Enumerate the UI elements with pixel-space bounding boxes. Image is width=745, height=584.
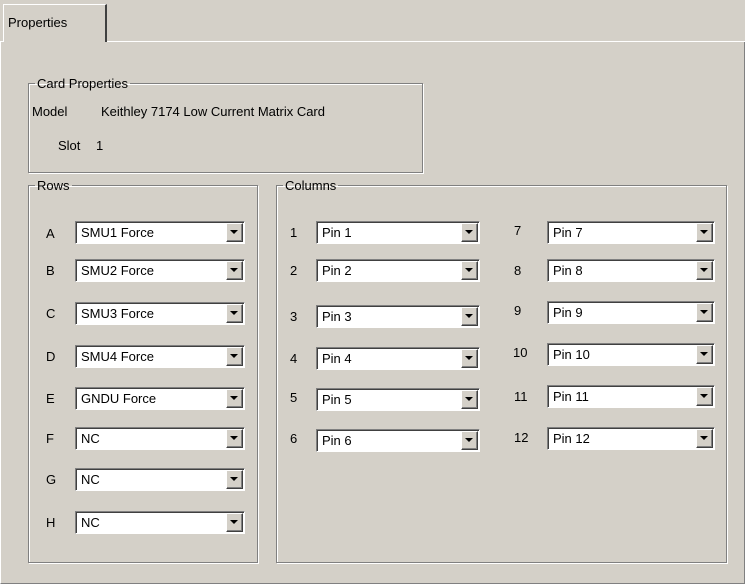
column-12-value: Pin 12 <box>553 431 590 446</box>
chevron-down-icon[interactable] <box>696 223 713 242</box>
row-label-f: F <box>46 431 54 446</box>
column-label-1: 1 <box>290 225 298 240</box>
row-g-select[interactable]: NC <box>75 468 245 491</box>
column-1-value: Pin 1 <box>322 225 352 240</box>
column-label-8: 8 <box>514 263 522 278</box>
chevron-down-icon[interactable] <box>226 513 243 532</box>
row-label-c: C <box>46 306 56 321</box>
row-label-h: H <box>46 515 56 530</box>
row-label-a: A <box>46 226 55 241</box>
chevron-down-icon[interactable] <box>461 307 478 326</box>
row-label-d: D <box>46 349 56 364</box>
column-1-select[interactable]: Pin 1 <box>316 221 480 244</box>
chevron-down-icon[interactable] <box>696 303 713 322</box>
column-7-select[interactable]: Pin 7 <box>547 221 715 244</box>
chevron-down-icon[interactable] <box>226 347 243 366</box>
column-label-7: 7 <box>514 223 522 238</box>
chevron-down-icon[interactable] <box>226 470 243 489</box>
model-label: Model <box>32 104 68 119</box>
row-label-g: G <box>46 472 57 487</box>
tab-properties[interactable]: Properties <box>3 4 107 42</box>
column-4-select[interactable]: Pin 4 <box>316 347 480 370</box>
column-label-4: 4 <box>290 351 298 366</box>
column-5-select[interactable]: Pin 5 <box>316 388 480 411</box>
column-label-9: 9 <box>514 303 522 318</box>
row-a-value: SMU1 Force <box>81 225 154 240</box>
row-b-select[interactable]: SMU2 Force <box>75 259 245 282</box>
chevron-down-icon[interactable] <box>461 390 478 409</box>
row-c-select[interactable]: SMU3 Force <box>75 302 245 325</box>
column-9-value: Pin 9 <box>553 305 583 320</box>
columns-legend: Columns <box>285 178 337 193</box>
column-8-value: Pin 8 <box>553 263 583 278</box>
row-f-select[interactable]: NC <box>75 427 245 450</box>
chevron-down-icon[interactable] <box>226 429 243 448</box>
column-6-value: Pin 6 <box>322 433 352 448</box>
chevron-down-icon[interactable] <box>461 349 478 368</box>
row-b-value: SMU2 Force <box>81 263 154 278</box>
card-properties-legend: Card Properties <box>37 76 129 91</box>
chevron-down-icon[interactable] <box>461 261 478 280</box>
column-label-10: 10 <box>513 345 528 360</box>
column-label-5: 5 <box>290 390 298 405</box>
column-11-select[interactable]: Pin 11 <box>547 385 715 408</box>
row-f-value: NC <box>81 431 100 446</box>
column-label-6: 6 <box>290 431 298 446</box>
column-10-select[interactable]: Pin 10 <box>547 343 715 366</box>
chevron-down-icon[interactable] <box>696 387 713 406</box>
column-11-value: Pin 11 <box>553 389 589 404</box>
tab-properties-label: Properties <box>8 15 68 30</box>
chevron-down-icon[interactable] <box>461 431 478 450</box>
column-2-select[interactable]: Pin 2 <box>316 259 480 282</box>
slot-label: Slot <box>58 138 81 153</box>
chevron-down-icon[interactable] <box>696 345 713 364</box>
row-h-value: NC <box>81 515 100 530</box>
column-5-value: Pin 5 <box>322 392 352 407</box>
chevron-down-icon[interactable] <box>226 261 243 280</box>
column-10-value: Pin 10 <box>553 347 590 362</box>
row-d-value: SMU4 Force <box>81 349 154 364</box>
column-7-value: Pin 7 <box>553 225 583 240</box>
chevron-down-icon[interactable] <box>226 304 243 323</box>
column-8-select[interactable]: Pin 8 <box>547 259 715 282</box>
column-12-select[interactable]: Pin 12 <box>547 427 715 450</box>
column-6-select[interactable]: Pin 6 <box>316 429 480 452</box>
tab-strip-line <box>107 41 745 42</box>
chevron-down-icon[interactable] <box>226 389 243 408</box>
column-label-12: 12 <box>514 430 529 445</box>
column-2-value: Pin 2 <box>322 263 352 278</box>
chevron-down-icon[interactable] <box>226 223 243 242</box>
row-d-select[interactable]: SMU4 Force <box>75 345 245 368</box>
column-3-value: Pin 3 <box>322 309 352 324</box>
column-4-value: Pin 4 <box>322 351 352 366</box>
rows-legend: Rows <box>37 178 70 193</box>
column-3-select[interactable]: Pin 3 <box>316 305 480 328</box>
chevron-down-icon[interactable] <box>461 223 478 242</box>
model-value: Keithley 7174 Low Current Matrix Card <box>101 104 325 119</box>
row-e-value: GNDU Force <box>81 391 157 406</box>
slot-value: 1 <box>96 138 104 153</box>
chevron-down-icon[interactable] <box>696 261 713 280</box>
card-properties-group: Card Properties <box>28 76 423 173</box>
column-9-select[interactable]: Pin 9 <box>547 301 715 324</box>
row-c-value: SMU3 Force <box>81 306 154 321</box>
column-label-3: 3 <box>290 309 298 324</box>
row-g-value: NC <box>81 472 100 487</box>
row-h-select[interactable]: NC <box>75 511 245 534</box>
column-label-11: 11 <box>514 389 528 404</box>
row-a-select[interactable]: SMU1 Force <box>75 221 245 244</box>
row-e-select[interactable]: GNDU Force <box>75 387 245 410</box>
row-label-b: B <box>46 263 55 278</box>
column-label-2: 2 <box>290 263 298 278</box>
chevron-down-icon[interactable] <box>696 429 713 448</box>
row-label-e: E <box>46 391 55 406</box>
